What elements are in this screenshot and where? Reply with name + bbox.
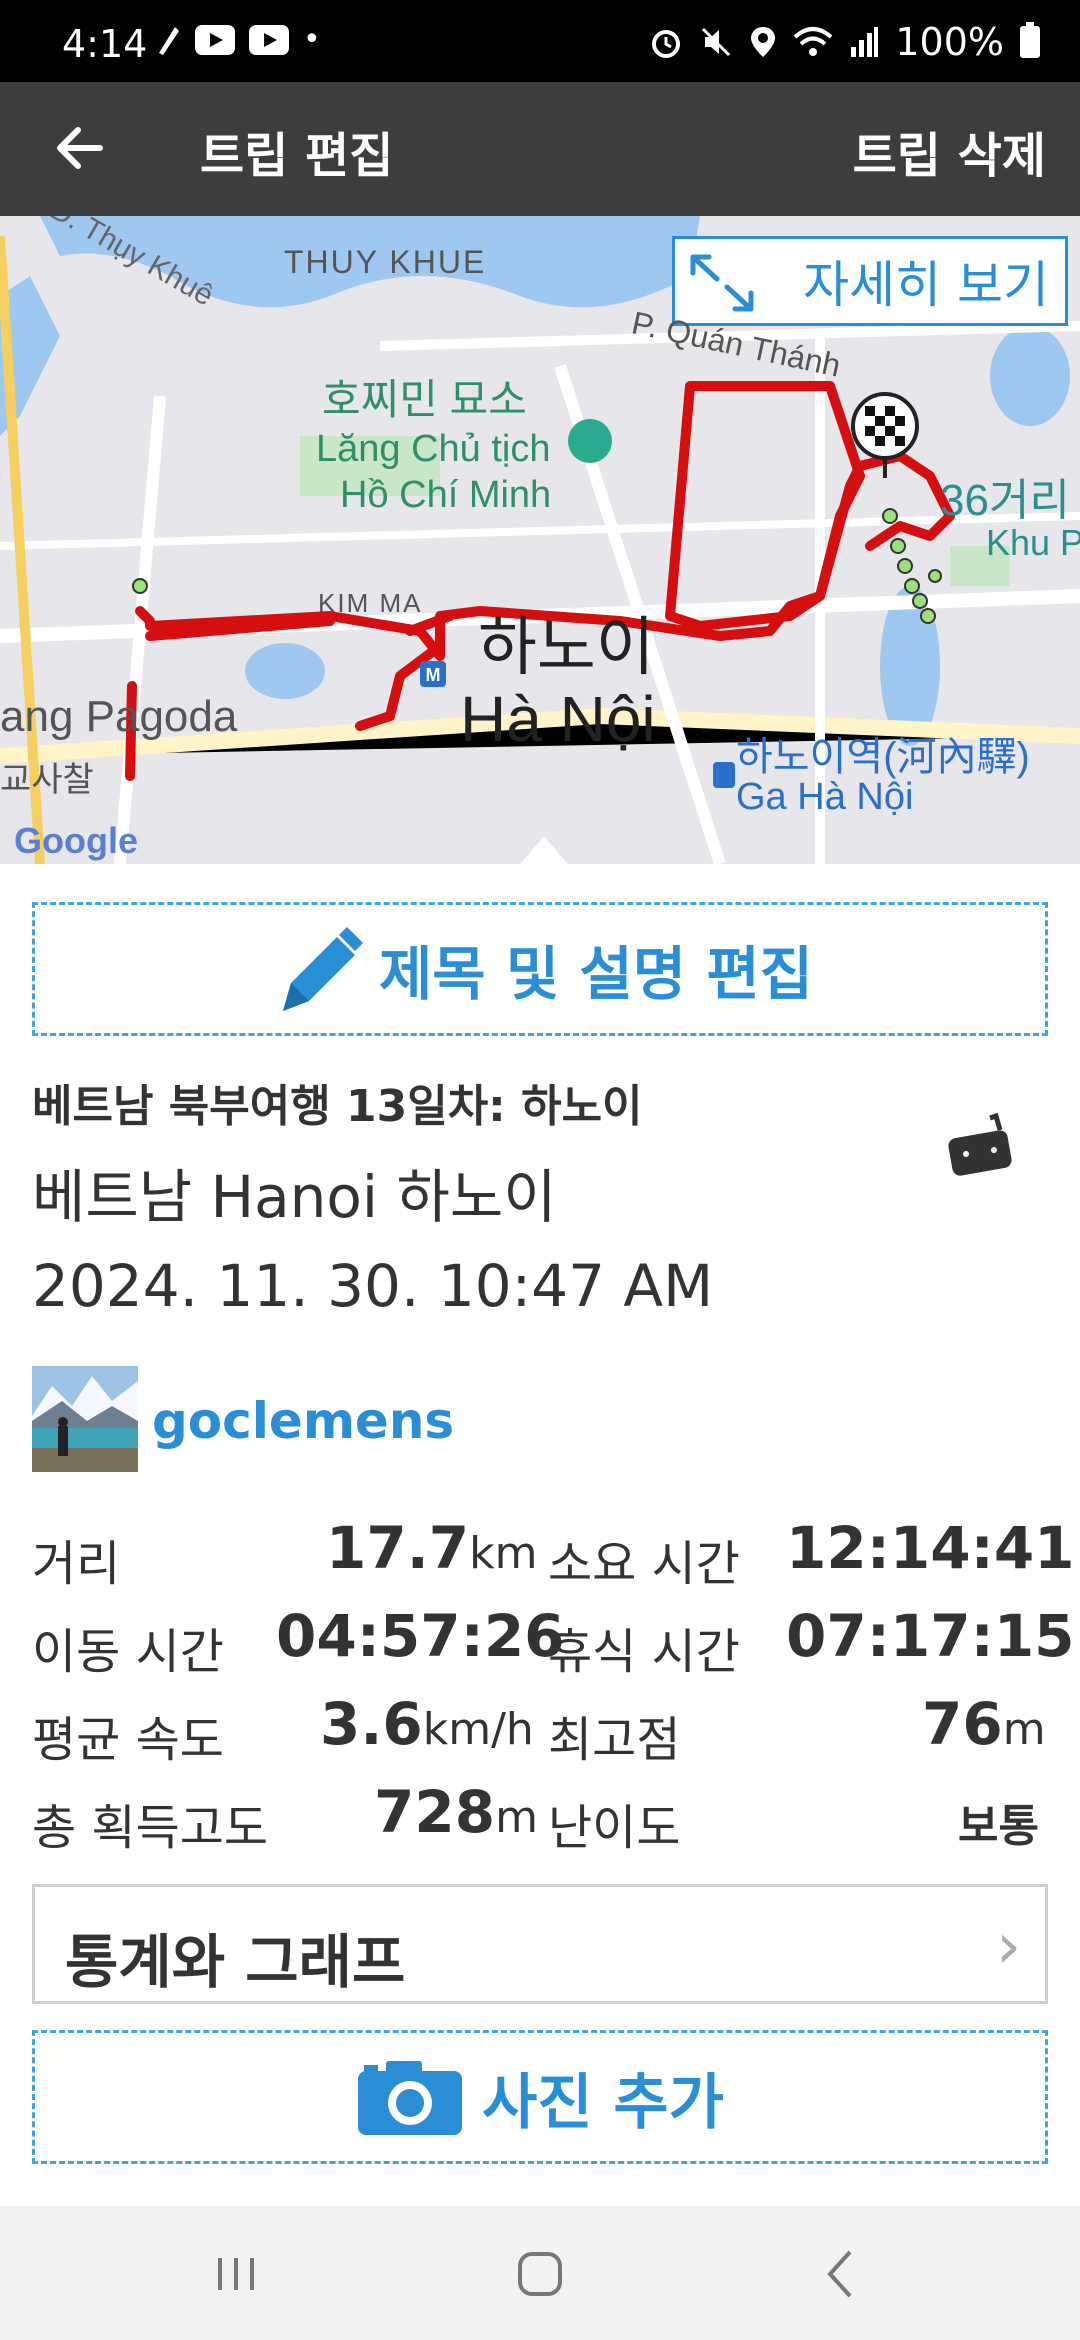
map-label-station-vi: Ga Hà Nội — [736, 776, 914, 818]
home-icon[interactable] — [510, 2244, 570, 2304]
expand-icon — [690, 254, 754, 312]
pen-notification-icon — [159, 26, 179, 55]
camera-icon — [358, 2061, 463, 2135]
alarm-icon — [652, 30, 681, 58]
stats-graph-button[interactable]: 통계와 그래프 › — [32, 1884, 1048, 2004]
app-bar: 트립 편집 트립 삭제 — [0, 82, 1080, 216]
map-label-station-ko: 하노이역(河內驛) — [736, 735, 1030, 779]
difficulty-label: 난이도 — [548, 1800, 681, 1856]
distance-value: 17.7km — [326, 1514, 538, 1582]
username-link[interactable]: goclemens — [152, 1392, 454, 1450]
moving-time-label: 이동 시간 — [32, 1624, 224, 1680]
avg-speed-label: 평균 속도 — [32, 1712, 224, 1768]
youtube-icon-2 — [249, 24, 289, 55]
avatar[interactable] — [32, 1366, 138, 1472]
map-label-mausoleum-vi-2: Hồ Chí Minh — [340, 474, 552, 516]
trip-map[interactable]: M 자세히 보기 D. Thụy Khuê THUY KHUE 호찌민 묘소 L… — [0, 216, 1080, 864]
system-icons: 100% — [649, 20, 1040, 64]
suitcase-icon[interactable] — [944, 1112, 1016, 1178]
map-label-hanoi-vi: Hà Nội — [460, 683, 656, 755]
dot-icon: • — [303, 22, 321, 57]
nav-back-icon[interactable] — [812, 2244, 872, 2304]
map-label-kim-ma: KIM MA — [318, 588, 423, 618]
map-label-mausoleum-vi-1: Lăng Chủ tịch — [316, 428, 551, 470]
map-pointer — [520, 836, 568, 864]
google-logo: Google — [14, 820, 138, 861]
elevation-gain-value: 728m — [374, 1778, 538, 1846]
chevron-right-icon: › — [996, 1909, 1021, 1982]
highest-point-value: 76m — [922, 1690, 1046, 1758]
mute-icon — [702, 27, 731, 57]
trip-title: 베트남 북부여행 13일차: 하노이 — [32, 1081, 643, 1132]
delete-trip-button[interactable]: 트립 삭제 — [853, 116, 1046, 186]
avg-speed-unit: km/h — [422, 1704, 534, 1755]
edit-title-description-button[interactable]: 제목 및 설명 편집 — [32, 902, 1048, 1036]
detail-view-button[interactable]: 자세히 보기 — [672, 236, 1068, 326]
add-photo-button[interactable]: 사진 추가 — [32, 2030, 1048, 2164]
map-label-mausoleum-ko: 호찌민 묘소 — [322, 376, 527, 423]
rest-time-label: 휴식 시간 — [548, 1624, 740, 1680]
elevation-gain-label: 총 획득고도 — [32, 1800, 269, 1856]
highest-point-unit: m — [1002, 1704, 1046, 1755]
edit-title-description-label: 제목 및 설명 편집 — [378, 940, 814, 1008]
svg-text:M: M — [426, 665, 441, 685]
map-label-hanoi-ko: 하노이 — [478, 611, 655, 683]
notification-icons: • — [155, 22, 321, 57]
battery-icon — [1020, 22, 1040, 58]
location-icon — [751, 27, 776, 57]
duration-value: 12:14:41 — [786, 1514, 1075, 1582]
status-bar: 4:14 • 100% — [0, 0, 1080, 82]
trip-location: 베트남 Hanoi 하노이 — [32, 1163, 557, 1231]
map-label-district: THUY KHUE — [284, 244, 487, 280]
map-label-pagoda-ko: 교사찰 — [0, 761, 94, 799]
map-label-old-quarter-vi: Khu Phố — [986, 522, 1080, 563]
add-photo-label: 사진 추가 — [482, 2067, 724, 2138]
difficulty-value: 보통 — [958, 1801, 1039, 1852]
duration-label: 소요 시간 — [548, 1536, 740, 1592]
avg-speed-value: 3.6km/h — [320, 1690, 534, 1758]
recent-apps-icon[interactable] — [206, 2244, 266, 2304]
status-time: 4:14 — [62, 22, 148, 66]
map-label-pagoda: ang Pagoda — [0, 692, 238, 741]
stats-graph-label: 통계와 그래프 — [65, 1928, 406, 1996]
trip-datetime: 2024. 11. 30. 10:47 AM — [32, 1252, 714, 1320]
pencil-icon — [282, 927, 363, 1011]
rest-time-value: 07:17:15 — [786, 1602, 1075, 1670]
detail-view-label: 자세히 보기 — [803, 256, 1049, 314]
signal-icon — [851, 27, 879, 57]
highest-point-label: 최고점 — [548, 1712, 681, 1768]
distance-label: 거리 — [32, 1536, 121, 1592]
wifi-icon — [794, 27, 833, 56]
system-nav-bar — [0, 2206, 1080, 2340]
moving-time-value: 04:57:26 — [276, 1602, 565, 1670]
elevation-gain-unit: m — [495, 1792, 538, 1843]
youtube-icon — [195, 24, 235, 55]
battery-percent: 100% — [895, 20, 1004, 64]
page-title: 트립 편집 — [200, 128, 394, 184]
distance-unit: km — [469, 1528, 538, 1579]
back-arrow-icon[interactable] — [48, 116, 112, 180]
map-label-old-quarter-ko: 36거리 — [940, 476, 1070, 525]
